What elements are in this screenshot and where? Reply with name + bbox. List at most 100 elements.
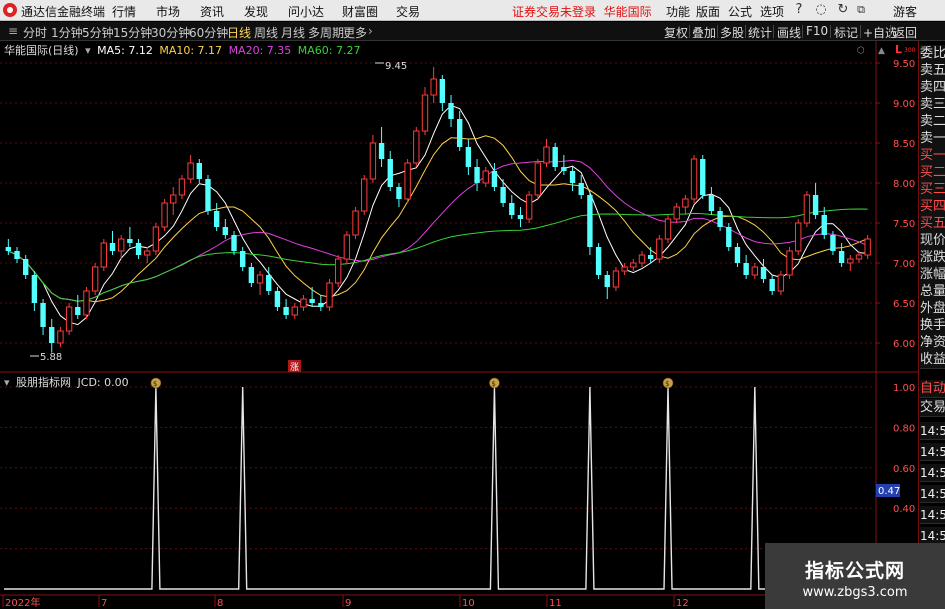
- toolbar-divider: [773, 25, 774, 38]
- menu-hangqing[interactable]: 行情: [112, 3, 136, 20]
- period-fenshi[interactable]: 分时: [23, 24, 47, 41]
- side-item-16[interactable]: 换手: [920, 317, 945, 335]
- candle-body-up: [369, 142, 377, 180]
- mark-button[interactable]: 标记: [834, 24, 858, 41]
- menu-gongneng[interactable]: 功能: [666, 3, 690, 20]
- period-1min[interactable]: 1分钟: [51, 24, 83, 41]
- candle-body-up: [795, 222, 802, 252]
- period-multi[interactable]: 多周期: [308, 24, 344, 41]
- fuquan-button[interactable]: 复权: [664, 24, 688, 41]
- side-item-11[interactable]: 现价: [920, 232, 945, 250]
- guest-label[interactable]: 游客: [893, 3, 917, 20]
- toolbar-divider: [745, 25, 746, 38]
- side-item-2[interactable]: 卖四: [920, 79, 945, 97]
- candle-body-down: [517, 215, 524, 219]
- side-item-1[interactable]: 卖五: [920, 62, 945, 80]
- candle-body-up: [690, 158, 698, 200]
- sub-tick-label: 0.60: [893, 464, 915, 475]
- menu-faxian[interactable]: 发现: [244, 3, 268, 20]
- side-item-10[interactable]: 买五: [920, 215, 945, 233]
- period-30min[interactable]: 30分钟: [151, 24, 190, 41]
- price-tick-label: 9.50: [893, 59, 915, 70]
- side-item-4[interactable]: 卖二: [920, 113, 945, 131]
- menu-zixun[interactable]: 资讯: [200, 3, 224, 20]
- trade-label[interactable]: 交易: [920, 399, 945, 417]
- candle-body-down: [491, 171, 498, 187]
- site-watermark: 指标公式网 www.zbgs3.com: [765, 543, 945, 609]
- chart-settings-icon[interactable]: ▲: [878, 46, 885, 56]
- side-item-9[interactable]: 买四: [920, 198, 945, 216]
- toolbar-divider: [717, 25, 718, 38]
- side-item-15[interactable]: 外盘: [920, 300, 945, 318]
- restore-icon[interactable]: ⧉: [852, 1, 870, 19]
- candle-body-down: [31, 275, 38, 303]
- side-item-8[interactable]: 买三: [920, 181, 945, 199]
- side-item-14[interactable]: 总量: [920, 283, 945, 301]
- f10-button[interactable]: F10: [806, 24, 828, 38]
- candle-body-down: [135, 243, 142, 255]
- candle-body-up: [300, 298, 307, 308]
- help-icon[interactable]: ?: [790, 1, 808, 19]
- period-5min[interactable]: 5分钟: [82, 24, 114, 41]
- period-monthly[interactable]: 月线: [281, 24, 305, 41]
- candle-body-down: [248, 267, 255, 283]
- candle-body-down: [40, 303, 46, 327]
- sync-icon[interactable]: ↻: [834, 1, 852, 19]
- candle-body-down: [127, 239, 133, 243]
- toolbar-divider: [860, 25, 861, 38]
- side-item-5[interactable]: 卖一: [920, 130, 945, 148]
- period-more[interactable]: 更多: [343, 24, 367, 41]
- skin-icon[interactable]: ◌: [812, 1, 830, 19]
- menu-banmian[interactable]: 版面: [696, 3, 720, 20]
- side-item-17[interactable]: 净资: [920, 334, 945, 352]
- candle-body-up: [117, 238, 125, 252]
- low-price-label: 5.88: [40, 352, 62, 363]
- period-60min[interactable]: 60分钟: [189, 24, 228, 41]
- candle-body-down: [309, 299, 315, 303]
- multi-stock-button[interactable]: 多股: [720, 24, 744, 41]
- stats-button[interactable]: 统计: [748, 24, 772, 41]
- menu-gongshi[interactable]: 公式: [728, 3, 752, 20]
- side-item-0[interactable]: 委比: [920, 45, 945, 63]
- side-item-7[interactable]: 买二: [920, 164, 945, 182]
- menu-jiaoyi[interactable]: 交易: [396, 3, 420, 20]
- kline-chart[interactable]: 9.50 9.00 8.50 8.00 7.50 7.00 6.50 6.00 1.00 0.8…: [0, 41, 918, 609]
- add-favorite-button[interactable]: +自选: [863, 24, 897, 41]
- side-item-6[interactable]: 买一: [920, 147, 945, 165]
- candle-body-down: [23, 259, 29, 275]
- side-item-13[interactable]: 涨幅: [920, 266, 945, 284]
- side-item-18[interactable]: 收益: [920, 351, 945, 369]
- menu-caifuquan[interactable]: 财富圈: [342, 3, 378, 20]
- candle-body-down: [448, 103, 454, 119]
- side-item-3[interactable]: 卖三: [920, 96, 945, 114]
- candle-body-up: [57, 330, 64, 344]
- period-daily[interactable]: 日线: [227, 24, 251, 41]
- candle-body-up: [352, 210, 359, 236]
- more-chevron-icon[interactable]: ›: [368, 24, 373, 38]
- price-tick-label: 7.50: [893, 219, 915, 230]
- chart-collapse-icon[interactable]: ⬡: [857, 46, 865, 56]
- candle-body-down: [231, 235, 237, 251]
- candle-body-down: [109, 243, 116, 251]
- candle-body-up: [421, 94, 429, 132]
- x-axis-label: 8: [217, 598, 223, 609]
- period-15min[interactable]: 15分钟: [113, 24, 152, 41]
- menu-xuanxiang[interactable]: 选项: [760, 3, 784, 20]
- sub-settings-icon[interactable]: ▾: [4, 376, 10, 389]
- back-button[interactable]: 返回: [893, 24, 917, 41]
- toolbar-menu-icon[interactable]: ≡: [8, 24, 18, 38]
- ma10-value: MA10: 7.17: [159, 44, 223, 57]
- menu-wenxiaoda[interactable]: 问小达: [288, 3, 324, 20]
- side-item-12[interactable]: 涨跌: [920, 249, 945, 267]
- candle-body-down: [717, 211, 723, 227]
- login-notice[interactable]: 证券交易未登录 华能国际: [512, 3, 652, 20]
- indicator-settings-icon[interactable]: ▾: [85, 44, 91, 57]
- candle-body-up: [170, 194, 177, 204]
- auto-trade-label[interactable]: 自动: [920, 380, 945, 398]
- menu-shichang[interactable]: 市场: [156, 3, 180, 20]
- candle-body-down: [49, 327, 55, 343]
- overlay-button[interactable]: 叠加: [692, 24, 716, 41]
- draw-line-button[interactable]: 画线: [777, 24, 801, 41]
- period-weekly[interactable]: 周线: [254, 24, 278, 41]
- candle-body-down: [387, 159, 393, 187]
